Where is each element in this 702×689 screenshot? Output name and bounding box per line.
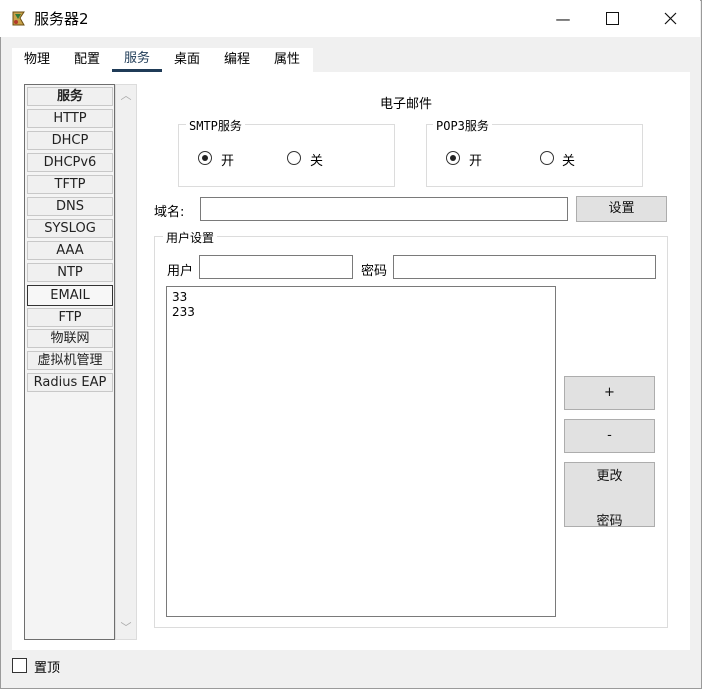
add-user-button[interactable]: +	[564, 376, 655, 410]
service-item-dhcpv6[interactable]: DHCPv6	[27, 153, 113, 172]
service-list: 服务 HTTP DHCP DHCPv6 TFTP DNS SYSLOG AAA …	[24, 84, 115, 640]
service-list-header: 服务	[27, 87, 113, 106]
password-input[interactable]	[393, 255, 656, 279]
user-input[interactable]	[199, 255, 353, 279]
maximize-button[interactable]	[589, 0, 635, 37]
pop3-on-label: 开	[469, 154, 483, 169]
service-item-iot[interactable]: 物联网	[27, 329, 113, 348]
password-label: 密码	[361, 264, 388, 279]
domain-input[interactable]	[200, 197, 568, 221]
service-item-dns[interactable]: DNS	[27, 197, 113, 216]
pop3-group-label: POP3服务	[433, 117, 492, 134]
service-item-email[interactable]: EMAIL	[27, 285, 113, 306]
service-item-ftp[interactable]: FTP	[27, 308, 113, 327]
service-item-ntp[interactable]: NTP	[27, 263, 113, 282]
title-bar: 服务器2 —	[0, 0, 700, 37]
scroll-up-icon[interactable]: ︿	[116, 87, 136, 105]
user-label: 用户	[167, 264, 194, 279]
smtp-off-label: 关	[310, 154, 324, 169]
change-password-line2: 密码	[596, 514, 623, 529]
smtp-group-label: SMTP服务	[186, 117, 245, 134]
smtp-on-label: 开	[221, 154, 235, 169]
email-panel-title: 电子邮件	[380, 97, 433, 112]
user-list[interactable]: 33 233	[166, 286, 556, 617]
smtp-off-radio[interactable]	[287, 151, 301, 165]
service-list-scrollbar[interactable]: ︿ ﹀	[115, 84, 137, 640]
user-list-item[interactable]: 233	[172, 305, 550, 320]
remove-user-button[interactable]: -	[564, 419, 655, 453]
pin-on-top-label: 置顶	[34, 661, 61, 676]
window-title: 服务器2	[34, 10, 89, 28]
tab-attributes[interactable]: 属性	[262, 48, 312, 72]
close-icon	[664, 12, 676, 25]
tab-services[interactable]: 服务	[112, 48, 162, 72]
service-item-aaa[interactable]: AAA	[27, 241, 113, 260]
user-list-item[interactable]: 33	[172, 290, 550, 305]
user-settings-label: 用户设置	[163, 229, 218, 246]
pin-on-top-checkbox[interactable]	[12, 658, 27, 673]
maximize-icon	[605, 12, 619, 25]
change-password-button[interactable]: 更改 密码	[564, 462, 655, 529]
service-item-syslog[interactable]: SYSLOG	[27, 219, 113, 238]
tab-config[interactable]: 配置	[62, 48, 112, 72]
pop3-on-radio[interactable]	[446, 151, 460, 165]
server-app-icon	[12, 11, 25, 26]
close-button[interactable]	[647, 0, 693, 37]
change-password-line1: 更改	[596, 469, 623, 484]
tab-physical[interactable]: 物理	[12, 48, 62, 72]
service-item-dhcp[interactable]: DHCP	[27, 131, 113, 150]
tab-desktop[interactable]: 桌面	[162, 48, 212, 72]
set-domain-button[interactable]: 设置	[576, 196, 667, 222]
domain-label: 域名:	[154, 205, 185, 220]
scroll-down-icon[interactable]: ﹀	[116, 619, 136, 637]
smtp-on-radio[interactable]	[198, 151, 212, 165]
service-item-tftp[interactable]: TFTP	[27, 175, 113, 194]
pop3-off-label: 关	[562, 154, 576, 169]
service-item-http[interactable]: HTTP	[27, 109, 113, 128]
pop3-off-radio[interactable]	[540, 151, 554, 165]
service-item-radius-eap[interactable]: Radius EAP	[27, 373, 113, 392]
tab-programming[interactable]: 编程	[212, 48, 262, 72]
minimize-button[interactable]: —	[540, 0, 586, 37]
service-item-vm-management[interactable]: 虚拟机管理	[27, 351, 113, 370]
